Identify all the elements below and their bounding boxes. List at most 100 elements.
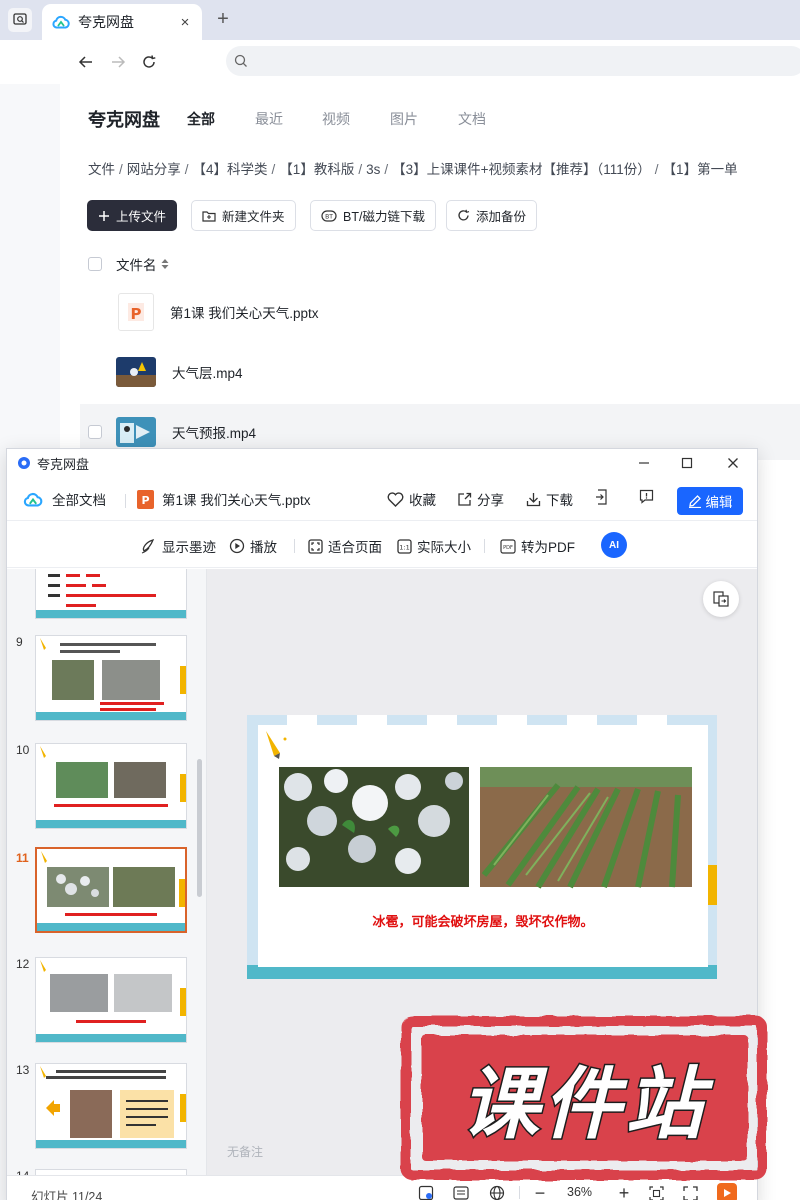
breadcrumb-item[interactable]: 文件 xyxy=(88,162,115,177)
pptx-file-icon: P xyxy=(118,293,154,331)
browser-tab-title: 夸克网盘 xyxy=(78,14,134,30)
slide-number: 10 xyxy=(16,743,30,757)
back-arrow-icon[interactable] xyxy=(74,50,98,74)
normal-view-icon[interactable] xyxy=(417,1184,435,1200)
tab-documents[interactable]: 文档 xyxy=(458,109,486,129)
breadcrumb-item[interactable]: 【1】第一单 xyxy=(663,162,738,177)
zoom-out-button[interactable]: − xyxy=(531,1183,549,1200)
fullscreen-icon[interactable] xyxy=(681,1184,699,1200)
current-file-label: P 第1课 我们关心天气.pptx xyxy=(137,489,311,509)
breadcrumb-item[interactable]: 网站分享 xyxy=(127,162,181,177)
quark-cloud-icon xyxy=(52,15,70,29)
cloud-icon xyxy=(23,492,43,506)
share-button[interactable]: 分享 xyxy=(457,489,504,509)
breadcrumb-item[interactable]: 【1】教科版 xyxy=(279,162,354,177)
tab-all[interactable]: 全部 xyxy=(187,109,215,129)
file-name: 大气层.mp4 xyxy=(172,366,243,381)
show-ink-button[interactable]: 显示墨迹 xyxy=(141,536,216,556)
fit-page-icon xyxy=(308,538,323,554)
slide-number: 13 xyxy=(16,1063,30,1077)
play-button[interactable]: 播放 xyxy=(229,536,277,556)
tab-video[interactable]: 视频 xyxy=(322,109,350,129)
breadcrumb-item[interactable]: 3s xyxy=(366,162,380,177)
edit-button[interactable]: 编辑 xyxy=(677,487,743,515)
notes-view-icon[interactable] xyxy=(452,1184,470,1200)
thumbnail-scrollbar[interactable] xyxy=(197,759,202,897)
globe-icon[interactable] xyxy=(488,1184,506,1200)
slide-thumbnail[interactable] xyxy=(35,1063,187,1149)
upload-button[interactable]: 上传文件 xyxy=(87,200,178,231)
new-folder-button[interactable]: 新建文件夹 xyxy=(191,200,296,231)
slide-thumbnail-active[interactable] xyxy=(35,847,187,933)
breadcrumb-item[interactable]: 【3】上课课件+视频素材【推荐】（111份） xyxy=(392,162,651,177)
pptx-icon: P xyxy=(137,489,154,509)
file-checkbox[interactable] xyxy=(88,425,102,439)
svg-text:P: P xyxy=(141,494,149,507)
address-bar[interactable] xyxy=(226,46,800,76)
viewer-toolbar: 全部文档 P 第1课 我们关心天气.pptx 收藏 分享 下载 编辑 xyxy=(7,479,757,521)
new-tab-button[interactable]: + xyxy=(212,8,234,30)
notes-placeholder[interactable]: 无备注 xyxy=(227,1143,263,1160)
slideshow-play-icon[interactable] xyxy=(717,1183,737,1200)
ai-assistant-button[interactable]: AI xyxy=(601,532,627,558)
bt-icon: BT xyxy=(321,209,337,222)
plus-icon xyxy=(99,210,109,221)
download-icon xyxy=(526,492,541,506)
open-external-icon[interactable] xyxy=(595,489,615,505)
fit-page-button[interactable]: 适合页面 xyxy=(308,536,382,556)
slide-thumbnail-panel[interactable]: 9 10 11 12 13 xyxy=(7,569,207,1175)
slide-thumbnail[interactable] xyxy=(35,635,187,721)
download-button[interactable]: 下载 xyxy=(526,489,573,509)
actual-size-icon: 1:1 xyxy=(397,538,412,554)
breadcrumb-item[interactable]: 【4】科学类 xyxy=(193,162,268,177)
svg-text:P: P xyxy=(131,305,142,323)
actual-size-button[interactable]: 1:1 实际大小 xyxy=(397,536,471,556)
viewer-secondary-toolbar: 显示墨迹 播放 适合页面 1:1 实际大小 PDF 转为PDF AI xyxy=(7,522,757,568)
tab-search-icon[interactable] xyxy=(8,8,32,32)
browser-tab-quark[interactable]: 夸克网盘 × xyxy=(42,4,202,40)
pencil-decoration-icon xyxy=(266,731,287,759)
viewer-titlebar: 夸克网盘 xyxy=(7,449,757,477)
feedback-icon[interactable] xyxy=(639,489,659,504)
favorite-button[interactable]: 收藏 xyxy=(387,489,436,509)
convert-pdf-button[interactable]: PDF 转为PDF xyxy=(500,536,575,556)
svg-text:PDF: PDF xyxy=(503,545,513,551)
zoom-in-button[interactable]: + xyxy=(615,1183,633,1200)
fit-window-icon[interactable] xyxy=(647,1184,665,1200)
tab-close-icon[interactable]: × xyxy=(176,13,194,31)
slide-number: 9 xyxy=(16,635,23,649)
tab-images[interactable]: 图片 xyxy=(390,109,418,129)
bt-download-button[interactable]: BT BT/磁力链下载 xyxy=(310,200,436,231)
folder-plus-icon xyxy=(202,210,216,222)
maximize-icon[interactable] xyxy=(677,453,697,473)
video-thumbnail xyxy=(116,357,156,387)
all-documents-button[interactable]: 全部文档 xyxy=(23,489,106,509)
filename-column-header[interactable]: 文件名 xyxy=(116,254,157,274)
video-thumbnail xyxy=(116,417,156,447)
slide-thumbnail[interactable] xyxy=(35,743,187,829)
slide-thumbnail[interactable] xyxy=(35,569,187,619)
browser-tabbar: 夸克网盘 × + xyxy=(0,0,800,40)
pencil-icon xyxy=(688,495,701,508)
svg-text:BT: BT xyxy=(325,213,333,220)
select-all-checkbox[interactable] xyxy=(88,257,102,271)
slide-swap-icon[interactable] xyxy=(703,581,739,617)
file-row[interactable]: P 第1课 我们关心天气.pptx xyxy=(80,284,800,340)
breadcrumb: 文件 / 网站分享 / 【4】科学类 / 【1】教科版/3s / 【3】上课课件+视频素材【推荐… xyxy=(88,162,738,177)
file-row[interactable]: 大气层.mp4 xyxy=(80,344,800,400)
sort-icon[interactable] xyxy=(161,259,169,269)
forward-arrow-icon[interactable] xyxy=(106,50,130,74)
minimize-icon[interactable] xyxy=(634,453,654,473)
ink-pen-icon xyxy=(141,539,155,554)
reload-icon[interactable] xyxy=(137,50,161,74)
close-window-icon[interactable] xyxy=(723,453,743,473)
file-name: 天气预报.mp4 xyxy=(172,426,257,441)
current-slide: 冰雹，可能会破坏房屋，毁坏农作物。 xyxy=(247,715,717,979)
tab-recent[interactable]: 最近 xyxy=(255,109,283,129)
slide-thumbnail[interactable] xyxy=(35,957,187,1043)
sync-icon xyxy=(458,209,470,221)
share-icon xyxy=(458,492,472,506)
watermark-text: 课件站 xyxy=(461,1060,714,1150)
add-backup-button[interactable]: 添加备份 xyxy=(446,200,538,231)
toolbar-divider xyxy=(125,494,126,508)
